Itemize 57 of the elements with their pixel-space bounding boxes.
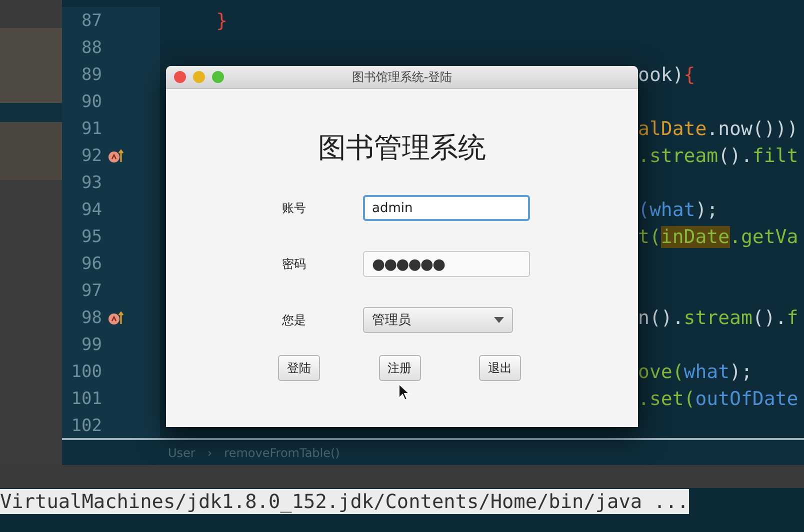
highlighted-code: inDate [660,226,730,248]
code-text: ook) [638,64,684,86]
role-dropdown[interactable]: 管理员 [363,307,513,333]
field-label: 账号 [282,200,307,216]
line-number: 102 [70,416,102,436]
breadcrumb-separator: › [207,446,212,460]
code-text: .now())) [706,118,798,140]
window-title: 图书馆理系统-登陆 [350,68,454,86]
mouse-cursor-icon [398,383,410,401]
line-number: 90 [80,92,102,112]
code-text: .stream [638,144,718,166]
dialog-button[interactable]: 注册 [378,355,420,381]
code-text: f [786,306,798,328]
caret-icon [494,317,504,323]
line-number: 87 [80,10,102,30]
dialog-button[interactable]: 退出 [479,355,521,381]
line-number: 94 [80,200,102,220]
code-text: stream [684,306,752,328]
line-number: 93 [80,172,102,192]
password-field[interactable]: ●●●●●● [363,251,530,277]
override-icon[interactable] [108,310,124,324]
field-label: 您是 [282,312,307,328]
code-text: filt [752,144,798,166]
zoom-button[interactable] [212,71,224,83]
close-button[interactable] [174,71,186,83]
code-text: alDate [638,118,707,140]
code-text: { [684,64,696,86]
line-number: 88 [80,38,102,58]
code-text: } [216,10,228,32]
line-number: 100 [70,362,102,382]
line-number: 95 [80,226,102,246]
line-number: 96 [80,254,102,274]
code-text: outOfDate [695,388,798,410]
minimize-button[interactable] [193,71,205,83]
code-text: ); [730,360,752,382]
line-number: 99 [80,334,102,354]
code-text: t( [638,226,661,248]
app-heading: 图书管理系统 [317,130,487,166]
code-text: n(). [638,306,684,328]
field-label: 密码 [282,256,307,272]
code-text: (). [752,306,787,328]
dialog-button[interactable]: 登陆 [278,355,320,381]
code-text: what [684,360,730,382]
line-number: 101 [70,388,102,408]
code-text: ove( [638,360,684,382]
code-text: .set( [638,388,696,410]
code-text: .getVa [730,226,798,248]
line-number: 91 [80,118,102,138]
line-number: 92 [80,146,102,166]
code-text: (what [638,198,696,220]
override-icon[interactable] [108,148,124,162]
code-text: (). [718,144,752,166]
code-text: ); [695,198,718,220]
account-field[interactable]: admin [363,195,530,221]
line-number: 97 [80,280,102,300]
line-number: 89 [80,64,102,84]
line-number: 98 [80,308,102,328]
